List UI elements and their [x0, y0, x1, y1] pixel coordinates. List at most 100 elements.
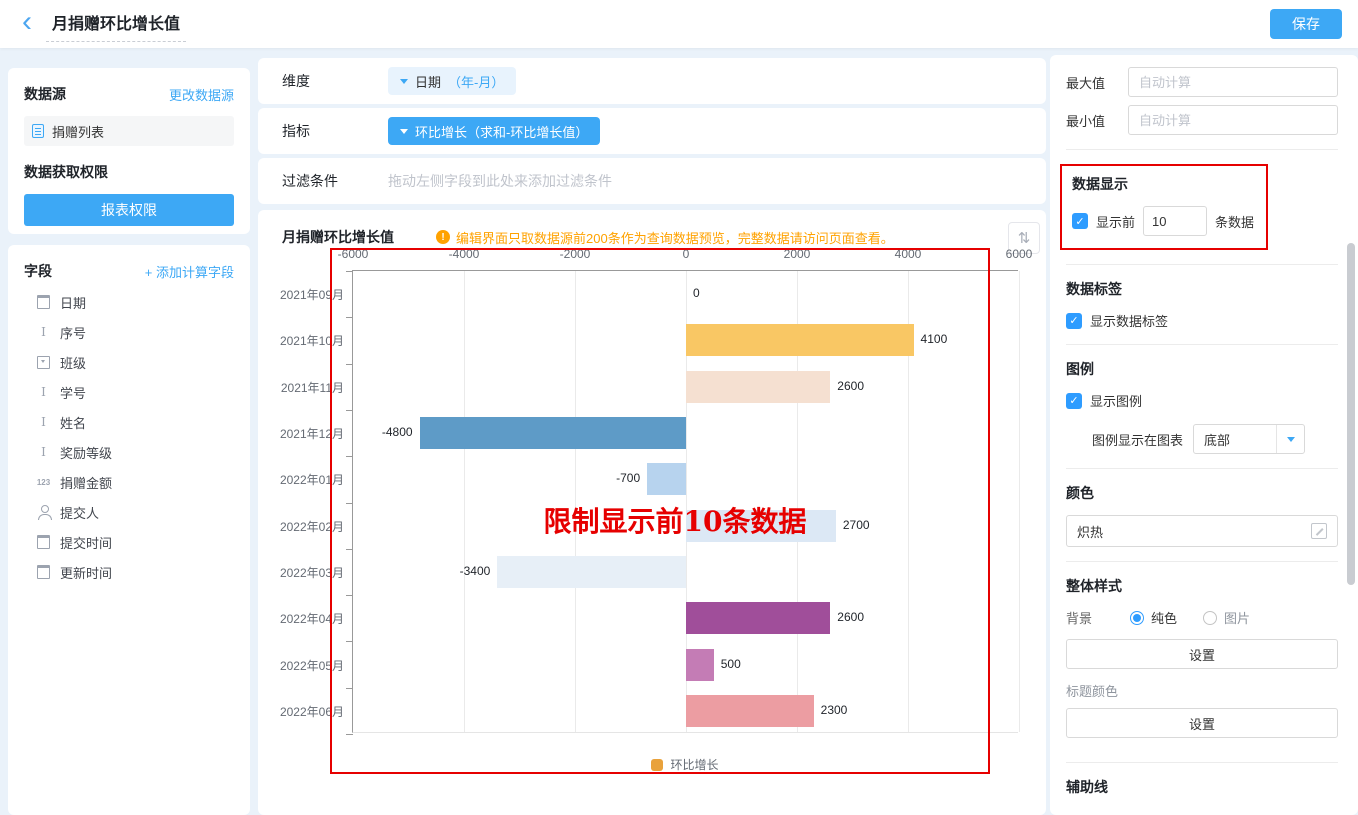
data-label: 4100 — [921, 332, 948, 346]
select-icon — [36, 355, 51, 370]
show-first-checkbox[interactable]: ✓ — [1072, 213, 1088, 229]
chart-bar — [686, 371, 830, 403]
radio-selected-icon — [1130, 611, 1144, 625]
divider — [1066, 468, 1338, 469]
scrollbar[interactable] — [1347, 243, 1355, 585]
field-item[interactable]: 班级 — [24, 347, 234, 377]
y-axis-tick — [346, 641, 353, 642]
calendar-icon — [36, 295, 51, 310]
field-item[interactable]: 序号 — [24, 317, 234, 347]
x-axis-tick-label: -2000 — [560, 247, 591, 261]
y-axis-tick — [346, 317, 353, 318]
datasource-item-label: 捐赠列表 — [52, 122, 104, 141]
filter-placeholder: 拖动左侧字段到此处来添加过滤条件 — [388, 171, 612, 191]
fields-title: 字段 — [24, 261, 52, 281]
show-first-input[interactable] — [1143, 206, 1207, 236]
add-calc-field-link[interactable]: + 添加计算字段 — [145, 262, 234, 281]
category-label: 2021年10月 — [249, 332, 344, 349]
y-axis-tick — [346, 734, 353, 735]
sort-icon: ⇅ — [1018, 229, 1031, 247]
bg-image-radio-group[interactable]: 图片 — [1203, 608, 1250, 627]
data-label: -700 — [616, 471, 640, 485]
field-label: 更新时间 — [60, 563, 112, 582]
data-label-title: 数据标签 — [1066, 279, 1338, 299]
color-scheme-select[interactable]: 炽热 — [1066, 515, 1338, 547]
field-item[interactable]: 捐赠金额 — [24, 467, 234, 497]
warning-icon: ! — [436, 230, 450, 244]
text-icon — [36, 415, 51, 430]
field-item[interactable]: 姓名 — [24, 407, 234, 437]
field-label: 奖励等级 — [60, 443, 112, 462]
datasource-item[interactable]: 捐赠列表 — [24, 116, 234, 146]
x-axis-tick-label: -6000 — [338, 247, 369, 261]
max-value-input[interactable] — [1128, 67, 1338, 97]
data-label: 500 — [721, 657, 741, 671]
preview-warning: ! 编辑界面只取数据源前200条作为查询数据预览，完整数据请访问页面查看。 — [436, 228, 894, 247]
legend-position-select[interactable]: 底部 — [1193, 424, 1305, 454]
y-axis-tick — [346, 364, 353, 365]
chevron-down-icon — [400, 79, 408, 88]
data-label: -4800 — [382, 425, 413, 439]
field-item[interactable]: 提交人 — [24, 497, 234, 527]
title-color-label: 标题颜色 — [1066, 681, 1338, 700]
aux-line-title: 辅助线 — [1066, 777, 1338, 797]
text-icon — [36, 385, 51, 400]
metric-label: 指标 — [282, 121, 388, 141]
filter-row[interactable]: 过滤条件 拖动左侧字段到此处来添加过滤条件 — [258, 158, 1046, 204]
dimension-row: 维度 日期（年-月） — [258, 58, 1046, 104]
category-label: 2021年11月 — [249, 379, 344, 396]
metric-tag[interactable]: 环比增长（求和-环比增长值） — [388, 117, 600, 145]
field-label: 序号 — [60, 323, 86, 342]
field-item[interactable]: 奖励等级 — [24, 437, 234, 467]
save-button[interactable]: 保存 — [1270, 9, 1342, 39]
show-legend-checkbox[interactable]: ✓ — [1066, 393, 1082, 409]
max-value-label: 最大值 — [1066, 73, 1128, 92]
field-label: 班级 — [60, 353, 86, 372]
category-label: 2022年01月 — [249, 471, 344, 488]
field-item[interactable]: 更新时间 — [24, 557, 234, 587]
chart-bar — [420, 417, 686, 449]
data-label-checkbox-label: 显示数据标签 — [1090, 311, 1168, 330]
background-set-button[interactable]: 设置 — [1066, 639, 1338, 669]
chart-bar — [497, 556, 686, 588]
background-label: 背景 — [1066, 608, 1130, 627]
chart-legend[interactable]: 环比增长 — [352, 756, 1018, 773]
data-display-highlight: 数据显示 ✓ 显示前 条数据 — [1060, 164, 1268, 250]
field-item[interactable]: 学号 — [24, 377, 234, 407]
field-label: 捐赠金额 — [60, 473, 112, 492]
datasource-panel: 数据源 更改数据源 捐赠列表 数据获取权限 报表权限 — [8, 68, 250, 234]
report-permission-button[interactable]: 报表权限 — [24, 194, 234, 226]
chart-bar — [686, 649, 714, 681]
show-first-label: 显示前 — [1096, 212, 1135, 231]
data-label: 2300 — [821, 703, 848, 717]
dimension-tag[interactable]: 日期（年-月） — [388, 67, 516, 95]
permission-title: 数据获取权限 — [24, 162, 234, 182]
category-label: 2022年03月 — [249, 564, 344, 581]
title-color-set-button[interactable]: 设置 — [1066, 708, 1338, 738]
change-datasource-link[interactable]: 更改数据源 — [169, 85, 234, 104]
chart-bar — [647, 463, 686, 495]
min-value-input[interactable] — [1128, 105, 1338, 135]
field-item[interactable]: 提交时间 — [24, 527, 234, 557]
datasource-title: 数据源 — [24, 84, 66, 104]
chart-bar — [686, 602, 830, 634]
chart-bar — [686, 324, 914, 356]
field-label: 姓名 — [60, 413, 86, 432]
y-axis-tick — [346, 688, 353, 689]
back-icon[interactable]: ‹ — [22, 8, 32, 36]
bg-solid-radio-group[interactable]: 纯色 — [1130, 608, 1177, 627]
field-item[interactable]: 日期 — [24, 287, 234, 317]
category-label: 2021年12月 — [249, 425, 344, 442]
category-label: 2022年06月 — [249, 703, 344, 720]
settings-panel: 最大值 最小值 数据显示 ✓ 显示前 条数据 数据标签 ✓ 显示数据标签 图例 … — [1050, 55, 1358, 815]
number-icon — [36, 475, 51, 490]
field-label: 日期 — [60, 293, 86, 312]
legend-label: 环比增长 — [670, 756, 718, 773]
x-axis-tick-label: 4000 — [895, 247, 922, 261]
divider — [1066, 149, 1338, 150]
chart-bar — [686, 695, 814, 727]
page-title[interactable]: 月捐赠环比增长值 — [46, 6, 186, 42]
dimension-tag-name: 日期 — [415, 72, 441, 91]
chevron-down-icon — [1276, 425, 1304, 453]
data-label-checkbox[interactable]: ✓ — [1066, 313, 1082, 329]
